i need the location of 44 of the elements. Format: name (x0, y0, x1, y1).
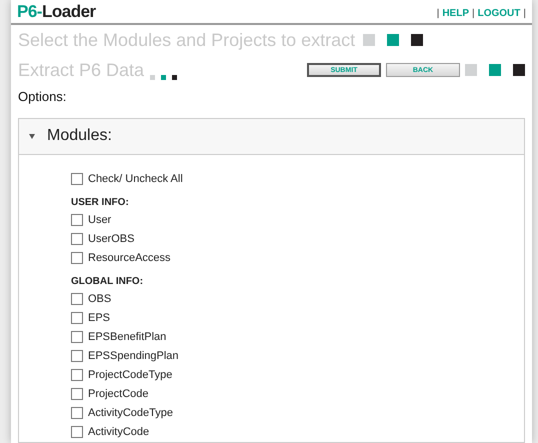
group-heading: GLOBAL INFO: (71, 274, 144, 289)
checkbox[interactable] (71, 407, 83, 420)
panel-header[interactable]: Modules: (19, 118, 524, 155)
square-icon (387, 34, 400, 46)
checkbox[interactable] (71, 350, 83, 362)
square-icon (161, 74, 166, 80)
square-icon (465, 64, 477, 76)
separator: | (436, 6, 440, 21)
checkbox-label: User (88, 213, 112, 228)
checkbox[interactable] (71, 426, 83, 438)
checkbox-label: ProjectCode (88, 387, 149, 402)
checkbox[interactable] (71, 388, 83, 400)
options-label: Options: (18, 88, 66, 106)
checkbox-label: EPSBenefitPlan (88, 330, 166, 346)
logo: P6-Loader (17, 2, 96, 20)
checkbox-label: ActivityCodeType (88, 406, 173, 422)
checkbox[interactable] (71, 312, 83, 324)
checkbox-label: Check/ Uncheck All (88, 172, 183, 188)
checkbox[interactable] (71, 331, 83, 344)
checkbox-label: EPS (88, 311, 110, 326)
checkbox-label: ProjectCodeType (88, 368, 172, 384)
square-icon (172, 74, 178, 80)
caret-icon (29, 134, 35, 139)
checkbox[interactable] (71, 293, 83, 306)
checkbox[interactable] (71, 173, 83, 186)
checkbox[interactable] (71, 252, 83, 264)
square-icon (150, 74, 156, 80)
square-icon (363, 34, 376, 46)
checkbox-label: ActivityCode (88, 425, 150, 440)
separator: | (472, 6, 475, 21)
checkbox-label: ResourceAccess (88, 251, 171, 266)
square-icon (489, 64, 501, 76)
checkbox[interactable] (71, 233, 83, 246)
square-icon (411, 34, 424, 46)
header-link[interactable]: LOGOUT (478, 6, 520, 21)
separator: | (523, 6, 526, 21)
checkbox-label: OBS (88, 292, 112, 308)
header-link[interactable]: HELP (442, 6, 469, 21)
square-icon (513, 64, 525, 76)
checkbox[interactable] (71, 214, 83, 226)
checkbox-label: EPSSpendingPlan (88, 349, 179, 364)
checkbox[interactable] (71, 369, 83, 382)
group-heading: USER INFO: (71, 196, 130, 210)
checkbox-label: UserOBS (88, 232, 134, 248)
